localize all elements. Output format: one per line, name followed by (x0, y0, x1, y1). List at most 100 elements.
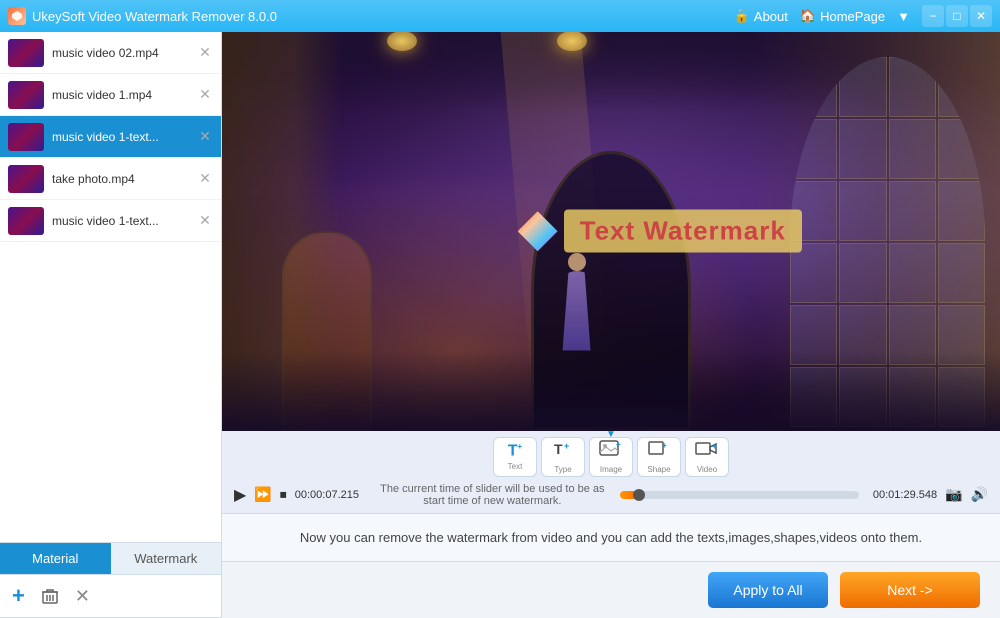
progress-thumb[interactable] (633, 489, 645, 501)
stop-button[interactable]: ⏹ (280, 486, 287, 503)
app-icon (8, 7, 26, 25)
file-thumbnail (8, 165, 44, 193)
homepage-label: HomePage (820, 9, 885, 24)
file-name: take photo.mp4 (52, 172, 189, 186)
file-remove-icon[interactable]: ✕ (197, 129, 213, 145)
about-nav-item[interactable]: 🔒 About (734, 8, 788, 24)
video-watermark-icon: + (695, 439, 719, 464)
text-tool-label: Text (508, 462, 523, 471)
list-item[interactable]: music video 02.mp4 ✕ (0, 32, 221, 74)
list-item[interactable]: music video 1-text... ✕ (0, 200, 221, 242)
file-name: music video 1-text... (52, 214, 189, 228)
delete-file-button[interactable] (41, 587, 59, 605)
add-shape-watermark-button[interactable]: + Shape (637, 437, 681, 477)
dropdown-nav-item[interactable]: ▼ (897, 9, 910, 24)
minimize-button[interactable]: − (922, 5, 944, 27)
figure-silhouette (557, 271, 597, 351)
next-button[interactable]: Next -> (840, 572, 980, 608)
window-pane (938, 181, 985, 241)
svg-text:+: + (662, 441, 667, 450)
video-tool-label: Video (697, 465, 717, 474)
file-name: music video 1.mp4 (52, 88, 189, 102)
active-tool-indicator: ▼ (606, 429, 616, 440)
type-tool-label: Type (554, 465, 571, 474)
chandelier-1 (372, 32, 432, 51)
screenshot-button[interactable]: 📷 (945, 486, 962, 503)
window-pane (889, 119, 936, 179)
window-pane (839, 119, 886, 179)
about-label: About (754, 9, 788, 24)
window-controls: − □ ✕ (922, 5, 992, 27)
svg-text:T: T (554, 441, 563, 457)
shape-watermark-icon: + (647, 439, 671, 464)
tab-watermark[interactable]: Watermark (111, 543, 222, 574)
window-pane (889, 181, 936, 241)
titlebar: UkeySoft Video Watermark Remover 8.0.0 🔒… (0, 0, 1000, 32)
add-text-watermark-button[interactable]: T+ Text (493, 437, 537, 477)
file-remove-icon[interactable]: ✕ (197, 87, 213, 103)
action-bar: Apply to All Next -> (222, 561, 1000, 618)
list-item[interactable]: music video 1.mp4 ✕ (0, 74, 221, 116)
figure-body (557, 271, 597, 351)
close-button[interactable]: ✕ (970, 5, 992, 27)
watermark-overlay[interactable]: Text Watermark (518, 210, 802, 253)
timeline-hint-text: The current time of slider will be used … (373, 483, 612, 507)
sidebar-toolbar: + ✕ (0, 575, 221, 618)
add-video-watermark-button[interactable]: + Video (685, 437, 729, 477)
end-time-display: 00:01:29.548 (867, 489, 937, 501)
text-watermark-icon: T+ (508, 442, 522, 460)
home-icon: 🏠 (800, 8, 816, 24)
list-item[interactable]: music video 1-text... ✕ (0, 116, 221, 158)
homepage-nav-item[interactable]: 🏠 HomePage (800, 8, 885, 24)
file-remove-icon[interactable]: ✕ (197, 213, 213, 229)
list-item[interactable]: take photo.mp4 ✕ (0, 158, 221, 200)
lock-icon: 🔒 (734, 8, 750, 24)
file-remove-icon[interactable]: ✕ (197, 45, 213, 61)
timeline-row: ▶ ⏩ ⏹ 00:00:07.215 The current time of s… (234, 481, 988, 509)
apply-to-all-button[interactable]: Apply to All (708, 572, 828, 608)
file-thumbnail (8, 81, 44, 109)
add-type-watermark-button[interactable]: T + Type (541, 437, 585, 477)
window-pane (889, 243, 936, 303)
tabs-container: Material Watermark (0, 542, 221, 575)
watermark-tools-row: ▼ T+ Text T + Type (234, 435, 988, 479)
volume-button[interactable]: 🔊 (971, 486, 988, 503)
watermark-text-box: Text Watermark (564, 210, 802, 253)
figure-head (568, 253, 586, 271)
clear-files-button[interactable]: ✕ (75, 586, 90, 607)
shape-tool-label: Shape (647, 465, 670, 474)
file-thumbnail (8, 39, 44, 67)
watermark-text: Text Watermark (580, 216, 786, 246)
main-layout: music video 02.mp4 ✕ music video 1.mp4 ✕… (0, 32, 1000, 618)
window-pane (839, 243, 886, 303)
file-name: music video 1-text... (52, 130, 189, 144)
file-remove-icon[interactable]: ✕ (197, 171, 213, 187)
chevron-down-icon: ▼ (897, 9, 910, 24)
svg-text:+: + (712, 442, 717, 451)
info-message: Now you can remove the watermark from vi… (300, 530, 922, 545)
type-watermark-icon: T + (552, 439, 574, 464)
svg-text:+: + (616, 440, 621, 449)
svg-text:+: + (564, 441, 569, 451)
app-title: UkeySoft Video Watermark Remover 8.0.0 (32, 9, 734, 24)
add-file-button[interactable]: + (12, 583, 25, 609)
image-watermark-icon: + (599, 439, 623, 464)
file-list: music video 02.mp4 ✕ music video 1.mp4 ✕… (0, 32, 221, 542)
maximize-button[interactable]: □ (946, 5, 968, 27)
chandelier-body (387, 32, 417, 51)
step-forward-button[interactable]: ⏩ (254, 486, 271, 503)
window-pane (839, 181, 886, 241)
add-image-watermark-button[interactable]: + Image (589, 437, 633, 477)
tab-material[interactable]: Material (0, 543, 111, 574)
floor-gradient (222, 351, 1000, 431)
file-thumbnail (8, 207, 44, 235)
sidebar: music video 02.mp4 ✕ music video 1.mp4 ✕… (0, 32, 222, 618)
play-button[interactable]: ▶ (234, 485, 246, 505)
progress-bar[interactable] (620, 491, 859, 499)
info-bar: Now you can remove the watermark from vi… (222, 513, 1000, 562)
window-pane (938, 243, 985, 303)
image-tool-label: Image (600, 465, 622, 474)
current-time-display: 00:00:07.215 (295, 489, 365, 501)
watermark-diamond-icon (518, 211, 558, 251)
file-name: music video 02.mp4 (52, 46, 189, 60)
